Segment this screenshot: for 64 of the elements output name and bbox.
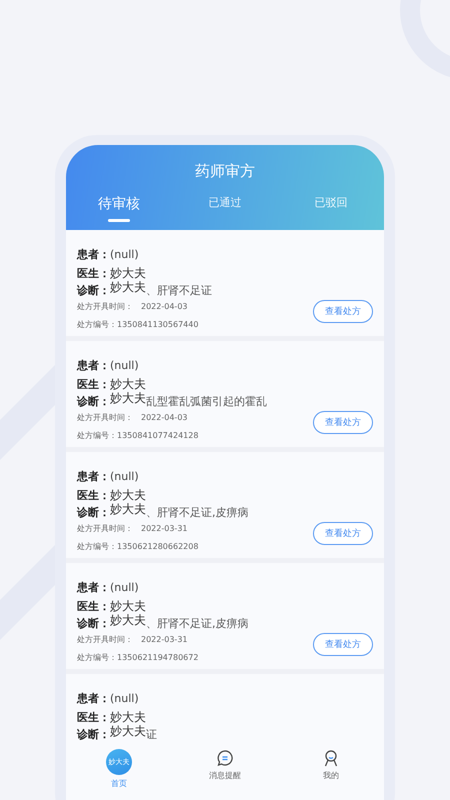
diagnosis-text: 、肝肾不足证,皮痹病: [146, 505, 248, 520]
patient-name: (null): [110, 581, 139, 594]
view-prescription-button[interactable]: 查看处方: [313, 411, 373, 434]
field-label: 处方编号：: [77, 652, 117, 663]
doctor-name: 妙大夫: [110, 709, 146, 725]
field-label: 医生：: [77, 599, 110, 614]
chat-bubble-icon: [216, 749, 234, 767]
issue-time: 2022-04-03: [141, 302, 188, 311]
issue-time: 2022-03-31: [141, 635, 188, 644]
field-label: 诊断：: [77, 394, 110, 409]
doctor-name: 妙大夫: [110, 598, 146, 614]
prescription-number: 1350841130567440: [117, 320, 198, 329]
doctor-name: 妙大夫: [110, 487, 146, 503]
field-label: 处方开具时间：: [77, 301, 133, 312]
field-label: 处方编号：: [77, 541, 117, 552]
doctor-name-overlay: 妙大夫: [110, 612, 146, 629]
doctor-name: 妙大夫: [110, 376, 146, 392]
view-prescription-button[interactable]: 查看处方: [313, 300, 373, 323]
prescription-number: 1350621194780672: [117, 653, 198, 662]
patient-name: (null): [110, 692, 139, 705]
doctor-name-overlay: 妙大夫: [110, 279, 146, 296]
doctor-name-overlay: 妙大夫: [110, 501, 146, 518]
view-prescription-button[interactable]: 查看处方: [313, 522, 373, 545]
diagnosis-text: 乱型霍乱弧菌引起的霍乱: [146, 394, 267, 409]
field-label: 患者：: [77, 580, 110, 595]
issue-time: 2022-03-31: [141, 524, 188, 533]
page-title: 药师审方: [195, 162, 255, 181]
field-label: 诊断：: [77, 616, 110, 631]
field-label: 医生：: [77, 710, 110, 725]
field-label: 医生：: [77, 266, 110, 281]
field-label: 医生：: [77, 377, 110, 392]
field-label: 处方编号：: [77, 430, 117, 441]
nav-item[interactable]: 消息提醒: [172, 748, 278, 800]
doctor-name-overlay: 妙大夫: [110, 723, 146, 740]
prescription-number: 1350621280662208: [117, 542, 198, 551]
tab[interactable]: 待审核: [98, 195, 140, 213]
tab[interactable]: 已通过: [208, 195, 242, 210]
field-label: 诊断：: [77, 727, 110, 742]
field-label: 处方开具时间：: [77, 523, 133, 534]
diagnosis-text: 证: [146, 727, 157, 742]
field-label: 处方开具时间：: [77, 412, 133, 423]
field-label: 诊断：: [77, 505, 110, 520]
view-prescription-button[interactable]: 查看处方: [313, 633, 373, 656]
field-label: 患者：: [77, 358, 110, 373]
person-icon: [322, 749, 340, 767]
tab-indicator: [108, 219, 130, 222]
patient-name: (null): [110, 359, 139, 372]
issue-time: 2022-04-03: [141, 413, 188, 422]
nav-item[interactable]: 我的: [278, 748, 384, 800]
field-label: 处方开具时间：: [77, 634, 133, 645]
field-label: 医生：: [77, 488, 110, 503]
field-label: 患者：: [77, 247, 110, 262]
patient-name: (null): [110, 248, 139, 261]
field-label: 患者：: [77, 469, 110, 484]
field-label: 患者：: [77, 691, 110, 706]
tab[interactable]: 已驳回: [314, 195, 348, 210]
patient-name: (null): [110, 470, 139, 483]
prescription-number: 1350841077424128: [117, 431, 198, 440]
diagnosis-text: 、肝肾不足证: [146, 283, 212, 298]
diagnosis-text: 、肝肾不足证,皮痹病: [146, 616, 248, 631]
doctor-name: 妙大夫: [110, 265, 146, 281]
doctor-name-overlay: 妙大夫: [110, 390, 146, 407]
field-label: 处方编号：: [77, 319, 117, 330]
field-label: 诊断：: [77, 283, 110, 298]
